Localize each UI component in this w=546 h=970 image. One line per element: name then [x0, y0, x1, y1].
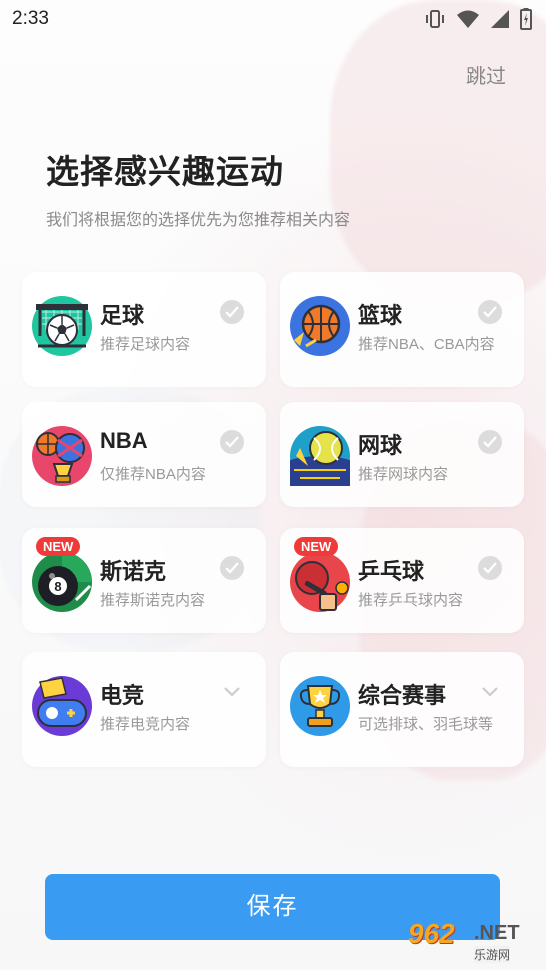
- check-icon[interactable]: [220, 300, 244, 324]
- sport-desc: 推荐乒乓球内容: [358, 592, 464, 609]
- new-badge: NEW: [294, 537, 339, 556]
- status-bar: 2:33: [0, 0, 546, 40]
- sport-desc: 推荐NBA、CBA内容: [358, 336, 495, 353]
- sport-name: 斯诺克: [100, 559, 167, 584]
- sport-card-snooker[interactable]: NEW 8 斯诺克 推荐斯诺克内容: [22, 528, 266, 633]
- sport-card-basketball[interactable]: 篮球 推荐NBA、CBA内容: [280, 272, 524, 387]
- tennis-icon: [290, 426, 350, 486]
- battery-icon: [520, 8, 532, 35]
- trophy-icon: [290, 676, 350, 736]
- check-icon[interactable]: [220, 556, 244, 580]
- check-icon[interactable]: [478, 430, 502, 454]
- watermark-cn: 乐游网: [474, 946, 511, 963]
- sport-desc: 可选排球、羽毛球等: [358, 716, 494, 733]
- page: 2:33 跳过 选择感兴趣运动 我们将根据您的选择优先为您推荐相关内容 足球 推…: [0, 0, 546, 970]
- sport-card-tennis[interactable]: 网球 推荐网球内容: [280, 402, 524, 507]
- sport-desc: 推荐网球内容: [358, 466, 449, 483]
- sport-name: 乒乓球: [358, 559, 425, 584]
- svg-text:8: 8: [54, 579, 61, 594]
- nba-icon: [32, 426, 92, 486]
- skip-button[interactable]: 跳过: [466, 60, 506, 89]
- football-icon: [32, 296, 92, 356]
- sport-desc: 推荐电竞内容: [100, 716, 191, 733]
- page-title: 选择感兴趣运动: [46, 153, 284, 190]
- vibrate-icon: [424, 9, 446, 34]
- signal-icon: [490, 9, 510, 34]
- sport-card-pingpong[interactable]: NEW 乒乓球 推荐乒乓球内容: [280, 528, 524, 633]
- sport-name: NBA: [100, 428, 148, 453]
- sport-card-other[interactable]: 综合赛事 可选排球、羽毛球等: [280, 652, 524, 767]
- ping-pong-icon: [290, 552, 350, 612]
- watermark-number: 962: [408, 918, 455, 949]
- watermark-logo: 962 .NET 乐游网: [398, 916, 538, 968]
- background-decoration: [330, 0, 546, 300]
- new-badge: NEW: [36, 537, 81, 556]
- sport-desc: 推荐足球内容: [100, 336, 191, 353]
- basketball-icon: [290, 296, 350, 356]
- check-icon[interactable]: [478, 300, 502, 324]
- sport-name: 电竞: [100, 683, 145, 708]
- chevron-down-icon[interactable]: [482, 684, 498, 702]
- snooker-8ball-icon: 8: [32, 552, 92, 612]
- status-time: 2:33: [12, 8, 49, 29]
- sport-name: 网球: [358, 433, 403, 458]
- check-icon[interactable]: [478, 556, 502, 580]
- check-icon[interactable]: [220, 430, 244, 454]
- gamepad-icon: [32, 676, 92, 736]
- sport-card-esports[interactable]: 电竞 推荐电竞内容: [22, 652, 266, 767]
- sport-desc: 仅推荐NBA内容: [100, 466, 206, 483]
- watermark-domain: .NET: [474, 922, 520, 944]
- sport-desc: 推荐斯诺克内容: [100, 592, 206, 609]
- sport-name: 篮球: [358, 303, 403, 328]
- wifi-icon: [456, 9, 480, 34]
- sport-card-nba[interactable]: NBA 仅推荐NBA内容: [22, 402, 266, 507]
- chevron-down-icon[interactable]: [224, 684, 240, 702]
- sport-name: 综合赛事: [358, 683, 447, 708]
- page-subtitle: 我们将根据您的选择优先为您推荐相关内容: [46, 212, 351, 229]
- sport-name: 足球: [100, 303, 145, 328]
- status-icons: [424, 8, 532, 35]
- sport-card-football[interactable]: 足球 推荐足球内容: [22, 272, 266, 387]
